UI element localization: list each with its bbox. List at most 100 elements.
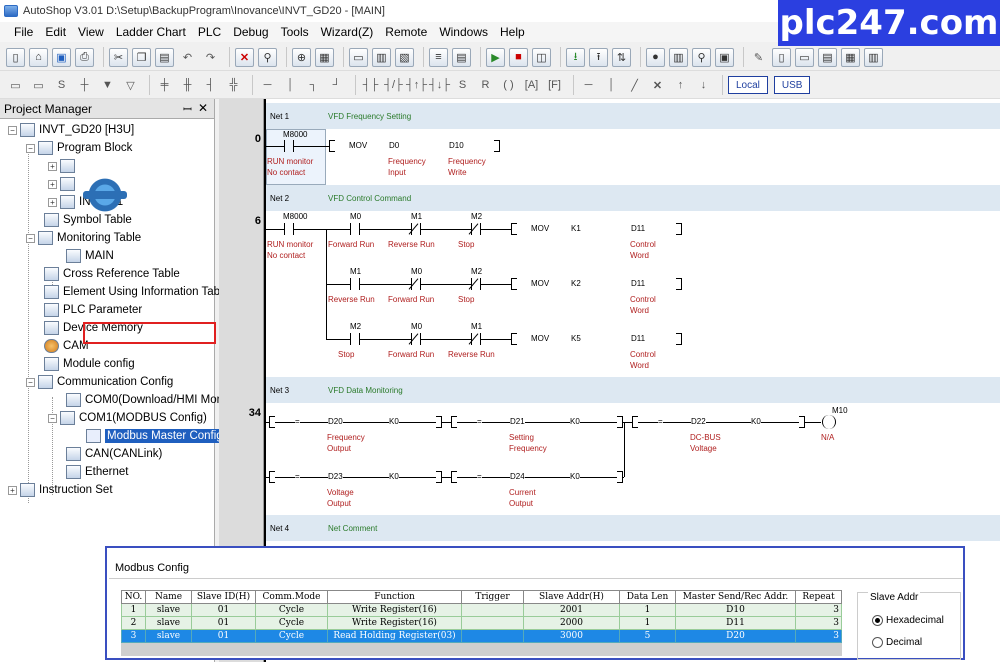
table-cell[interactable]: Write Register(16) (327, 603, 462, 617)
table-row-selected[interactable]: 3 slave 01 Cycle Read Holding Register(0… (121, 629, 842, 643)
tree-item-element-using[interactable]: Element Using Information Table (44, 283, 229, 301)
table-cell[interactable]: 2 (121, 616, 146, 630)
convert-icon[interactable]: ≡ (429, 47, 448, 67)
menu-debug[interactable]: Debug (227, 25, 274, 39)
col-header-slave-id[interactable]: Slave ID(H) (191, 590, 256, 604)
run-icon[interactable]: ▶ (486, 47, 505, 67)
s-contact-icon[interactable]: S (52, 76, 71, 95)
layout-icon[interactable]: ▥ (372, 47, 391, 67)
table-cell[interactable]: Cycle (255, 629, 328, 643)
tree-item-project[interactable]: − INVT_GD20 [H3U] (8, 121, 134, 139)
contact-falling-icon[interactable]: ┤↓├ (429, 76, 450, 95)
edit-icon[interactable]: ✎ (749, 48, 768, 67)
expand-icon[interactable]: + (48, 179, 57, 189)
cut-icon[interactable]: ✂ (109, 47, 128, 67)
zoom-icon[interactable]: ⊕ (292, 47, 311, 67)
nc-contact-symbol[interactable] (471, 278, 481, 290)
radio-selected-icon[interactable] (872, 615, 883, 626)
radio-icon[interactable] (872, 637, 883, 648)
undo-icon[interactable]: ↶ (178, 48, 197, 67)
coil-icon[interactable]: ( ) (499, 76, 518, 95)
col-header-no[interactable]: NO. (121, 590, 146, 604)
col-header-name[interactable]: Name (145, 590, 192, 604)
tree-item-communication-config[interactable]: − Communication Config (26, 373, 173, 391)
tree-item-program-block[interactable]: − Program Block (26, 139, 132, 157)
table-cell[interactable]: 01 (191, 603, 256, 617)
expand-icon[interactable]: + (8, 485, 17, 495)
table-cell[interactable]: 3 (795, 603, 842, 617)
hline-icon[interactable]: ─ (258, 76, 277, 95)
usb-button[interactable]: USB (773, 76, 811, 94)
print-icon[interactable]: ⎙ (75, 47, 94, 67)
stop-icon[interactable]: ■ (509, 47, 528, 67)
collapse-icon[interactable]: − (26, 233, 35, 243)
table-cell[interactable]: 3000 (523, 629, 620, 643)
end-line-icon[interactable]: ┘ (327, 76, 346, 95)
table-cell[interactable]: slave (145, 616, 192, 630)
hex-radio-option[interactable]: Hexadecimal (872, 615, 944, 626)
no-contact-symbol[interactable] (284, 223, 294, 235)
monitor-icon[interactable]: ◫ (532, 47, 551, 67)
transfer-icon[interactable]: ⇅ (612, 47, 631, 67)
no-contact-icon[interactable]: ▭ (29, 76, 48, 95)
tree-item-ethernet[interactable]: Ethernet (66, 463, 128, 481)
vline-icon[interactable]: │ (281, 76, 300, 95)
build-icon[interactable]: ▤ (452, 47, 471, 67)
col-header-data-len[interactable]: Data Len (619, 590, 676, 604)
tree-item-monitoring-table[interactable]: − Monitoring Table (26, 229, 141, 247)
erase-icon[interactable]: ✕ (648, 76, 667, 95)
apply-coil-icon[interactable]: [A] (522, 76, 541, 95)
table-cell[interactable]: 3 (795, 629, 842, 643)
output-coil-symbol[interactable] (822, 415, 836, 429)
memory-icon[interactable]: ▥ (669, 47, 688, 67)
table-cell[interactable]: 5 (619, 629, 676, 643)
contact-nc-icon[interactable]: ┤/├ (384, 76, 403, 95)
pin-icon[interactable]: ꟷ (183, 102, 192, 117)
save-icon[interactable]: ▣ (52, 47, 71, 67)
corner-icon[interactable]: ┐ (304, 76, 323, 95)
collapse-icon[interactable]: − (8, 125, 17, 135)
menu-windows[interactable]: Windows (433, 25, 494, 39)
tree-item-plc-parameter[interactable]: PLC Parameter (44, 301, 142, 319)
table-cell[interactable] (461, 616, 524, 630)
paste-icon[interactable]: ▤ (155, 47, 174, 67)
download-icon[interactable]: ⭳ (566, 47, 585, 67)
upload-icon[interactable]: ⭱ (589, 47, 608, 67)
write-icon[interactable]: ▭ (795, 47, 814, 67)
table-cell[interactable]: 3 (795, 616, 842, 630)
col-header-repeat[interactable]: Repeat (795, 590, 842, 604)
find-icon[interactable]: ⚲ (258, 47, 277, 67)
table-cell[interactable]: D11 (675, 616, 796, 630)
table-cell[interactable]: slave (145, 603, 192, 617)
compile-icon[interactable]: ▧ (395, 47, 414, 67)
menu-tools[interactable]: Tools (275, 25, 315, 39)
tree-item-instruction-set[interactable]: + Instruction Set (8, 481, 113, 499)
down-outline-icon[interactable]: ▽ (121, 76, 140, 95)
expand-icon[interactable]: + (48, 161, 57, 171)
new-file-icon[interactable]: ▯ (6, 47, 25, 67)
set-icon[interactable]: S (453, 76, 472, 95)
debug-icon[interactable]: ● (646, 47, 665, 67)
slash-icon[interactable]: ╱ (625, 76, 644, 95)
print-preview-icon[interactable]: ▦ (315, 47, 334, 67)
no-contact-symbol[interactable] (284, 140, 294, 152)
nc-contact-symbol[interactable] (471, 333, 481, 345)
table-cell[interactable] (461, 603, 524, 617)
tree-item-can[interactable]: CAN(CANLink) (66, 445, 162, 463)
table-cell[interactable]: Cycle (255, 616, 328, 630)
table-cell[interactable] (461, 629, 524, 643)
table-cell[interactable]: Cycle (255, 603, 328, 617)
tree-item-sub-b[interactable]: + (48, 175, 79, 193)
function-icon[interactable]: [F] (545, 76, 564, 95)
line-icon[interactable]: ─ (579, 76, 598, 95)
online-edit-icon[interactable]: ▯ (772, 47, 791, 67)
parallel-icon[interactable]: ╬ (224, 76, 243, 95)
local-button[interactable]: Local (728, 76, 768, 94)
tree-item-symbol-table[interactable]: Symbol Table (44, 211, 132, 229)
inspect-icon[interactable]: ⚲ (692, 47, 711, 67)
contact-rising-icon[interactable]: ┤↑├ (406, 76, 427, 95)
up-arrow-icon[interactable]: ↑ (671, 76, 690, 95)
menu-ladder-chart[interactable]: Ladder Chart (110, 25, 192, 39)
col-header-slave-addr[interactable]: Slave Addr(H) (523, 590, 620, 604)
branch-up-icon[interactable]: ╫ (178, 76, 197, 95)
